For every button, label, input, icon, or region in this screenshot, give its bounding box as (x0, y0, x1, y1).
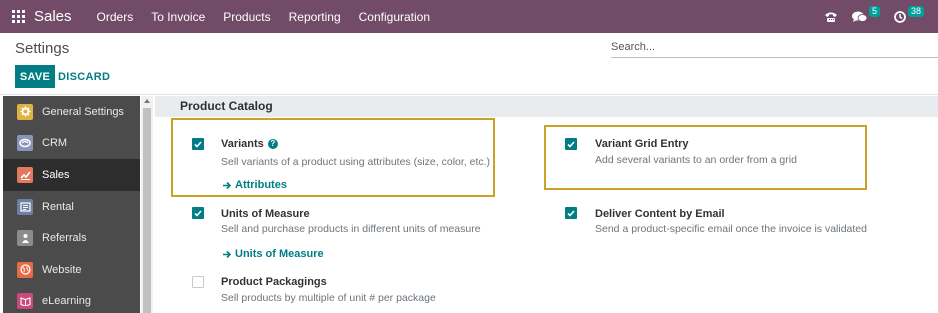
menu-configuration[interactable]: Configuration (350, 10, 439, 24)
clock-icon (894, 10, 906, 23)
chat-bubbles-icon (851, 11, 867, 22)
attributes-link-label: Attributes (235, 179, 287, 191)
rental-list-icon (17, 198, 33, 215)
variant-grid-entry-title: Variant Grid Entry (595, 138, 689, 150)
sidebar-item-sales[interactable]: Sales (3, 159, 140, 191)
sidebar-item-label: Sales (42, 168, 70, 181)
sidebar-item-label: Website (42, 263, 82, 276)
sidebar-item-crm[interactable]: CRM (3, 128, 140, 160)
sidebar-item-elearning[interactable]: eLearning (3, 286, 140, 313)
sidebar-item-website[interactable]: Website (3, 254, 140, 286)
crm-handshake-icon (17, 135, 33, 152)
sales-chart-icon (17, 166, 33, 183)
website-globe-icon (17, 261, 33, 278)
deliver-content-title: Deliver Content by Email (595, 208, 725, 220)
units-of-measure-title: Units of Measure (221, 208, 310, 220)
settings-sidebar: General Settings CRM Sales Rental Referr… (3, 96, 140, 313)
variant-grid-entry-description: Add several variants to an order from a … (595, 154, 797, 166)
units-of-measure-link-label: Units of Measure (235, 248, 324, 260)
sidebar-item-label: Referrals (42, 232, 87, 245)
discard-button[interactable]: DISCARD (58, 65, 110, 88)
referrals-people-icon (17, 230, 33, 247)
activities-button[interactable]: 38 (894, 6, 924, 23)
checkmark-icon (194, 209, 202, 217)
variants-label: Variants (221, 138, 264, 150)
sidebar-item-label: Rental (42, 200, 74, 213)
product-packagings-title: Product Packagings (221, 276, 327, 288)
sidebar-item-label: eLearning (42, 295, 91, 308)
messages-count-badge: 5 (868, 6, 880, 17)
checkmark-icon (194, 140, 202, 148)
arrow-right-icon (223, 181, 232, 189)
units-of-measure-description: Sell and purchase products in different … (221, 223, 481, 235)
product-packagings-checkbox[interactable] (192, 276, 204, 288)
phone-icon[interactable] (824, 11, 838, 23)
arrow-right-icon (223, 250, 232, 258)
search-input[interactable] (611, 38, 938, 56)
control-panel: Settings SAVE DISCARD (0, 33, 938, 95)
sidebar-item-rental[interactable]: Rental (3, 191, 140, 223)
menu-reporting[interactable]: Reporting (280, 10, 350, 24)
deliver-content-description: Send a product-specific email once the i… (595, 223, 867, 235)
activities-count-badge: 38 (907, 6, 924, 17)
variant-grid-entry-checkbox[interactable] (565, 138, 577, 150)
menu-to-invoice[interactable]: To Invoice (142, 10, 214, 24)
save-button[interactable]: SAVE (15, 65, 55, 88)
product-packagings-description: Sell products by multiple of unit # per … (221, 292, 436, 304)
units-of-measure-link[interactable]: Units of Measure (223, 248, 324, 260)
menu-products[interactable]: Products (214, 10, 279, 24)
sidebar-scrollbar[interactable] (141, 96, 153, 313)
sidebar-item-referrals[interactable]: Referrals (3, 222, 140, 254)
attributes-link[interactable]: Attributes (223, 179, 287, 191)
section-header: Product Catalog (155, 96, 938, 117)
scroll-up-arrow-icon[interactable] (141, 96, 153, 106)
menu-orders[interactable]: Orders (88, 10, 143, 24)
sidebar-item-label: CRM (42, 137, 68, 150)
help-icon[interactable]: ? (267, 138, 278, 149)
scrollbar-thumb[interactable] (143, 108, 151, 313)
top-navbar: Sales Orders To Invoice Products Reporti… (0, 0, 938, 33)
apps-grid-icon[interactable] (12, 10, 25, 23)
settings-gear-icon (17, 103, 33, 120)
sidebar-item-label: General Settings (42, 105, 124, 118)
navbar-systray: 5 38 (824, 0, 938, 33)
app-name[interactable]: Sales (34, 8, 72, 25)
variants-description: Sell variants of a product using attribu… (221, 156, 491, 168)
messages-button[interactable]: 5 (851, 6, 880, 23)
checkmark-icon (567, 140, 575, 148)
page-title: Settings (15, 40, 70, 57)
section-title: Product Catalog (180, 99, 273, 113)
deliver-content-checkbox[interactable] (565, 207, 577, 219)
units-of-measure-checkbox[interactable] (192, 207, 204, 219)
sidebar-item-general-settings[interactable]: General Settings (3, 96, 140, 128)
variants-checkbox[interactable] (192, 138, 204, 150)
elearning-book-icon (17, 293, 33, 310)
checkmark-icon (567, 209, 575, 217)
variants-title: Variants? (221, 138, 278, 150)
search-box (611, 38, 938, 58)
